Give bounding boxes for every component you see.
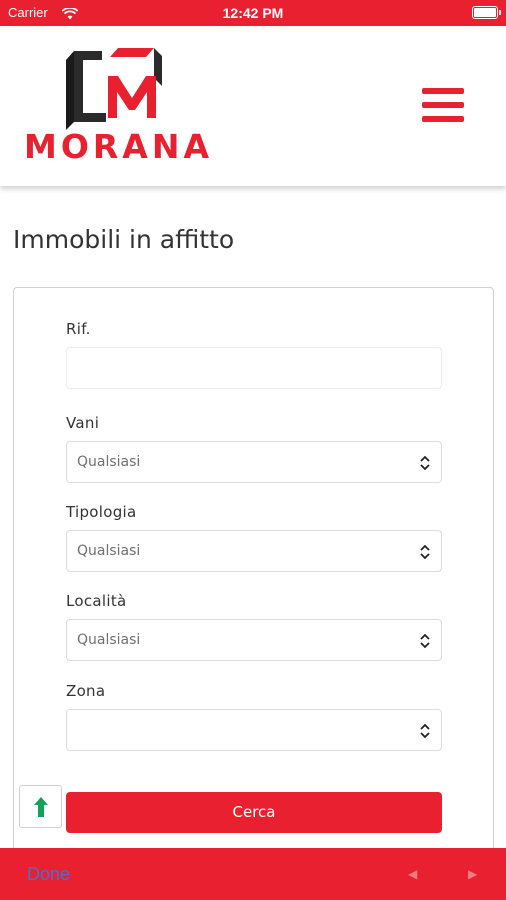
vani-selected-value: Qualsiasi xyxy=(77,454,141,470)
battery-icon xyxy=(472,6,501,19)
page-title: Immobili in affitto xyxy=(13,225,235,254)
arrow-right-icon[interactable]: ▶ xyxy=(468,867,477,881)
brand-wordmark: MORANA xyxy=(24,127,212,166)
search-button[interactable]: Cerca xyxy=(66,792,442,833)
morana-logo[interactable]: MORANA xyxy=(22,46,212,171)
arrow-left-icon[interactable]: ◀ xyxy=(408,867,417,881)
site-header: MORANA xyxy=(0,26,506,186)
tipologia-label: Tipologia xyxy=(66,503,137,521)
rif-label: Rif. xyxy=(66,320,91,338)
zona-select[interactable] xyxy=(66,709,442,751)
localita-label: Località xyxy=(66,592,127,610)
done-button[interactable]: Done xyxy=(27,864,70,885)
up-down-chevron-icon xyxy=(419,632,431,650)
hamburger-menu-icon[interactable] xyxy=(422,86,468,126)
keyboard-toolbar: Done ◀ ▶ xyxy=(0,848,506,900)
clock: 12:42 PM xyxy=(222,5,284,21)
zona-label: Zona xyxy=(66,682,106,700)
arrow-up-icon xyxy=(34,797,48,817)
up-down-chevron-icon xyxy=(419,543,431,561)
tipologia-select[interactable]: Qualsiasi xyxy=(66,530,442,572)
tipologia-selected-value: Qualsiasi xyxy=(77,543,141,559)
up-down-chevron-icon xyxy=(419,454,431,472)
rif-input[interactable] xyxy=(66,347,442,389)
scroll-to-top-button[interactable] xyxy=(19,785,62,828)
up-down-chevron-icon xyxy=(419,722,431,740)
status-bar: Carrier 12:42 PM xyxy=(0,0,506,26)
vani-select[interactable]: Qualsiasi xyxy=(66,441,442,483)
localita-select[interactable]: Qualsiasi xyxy=(66,619,442,661)
localita-selected-value: Qualsiasi xyxy=(77,632,141,648)
vani-label: Vani xyxy=(66,414,100,432)
